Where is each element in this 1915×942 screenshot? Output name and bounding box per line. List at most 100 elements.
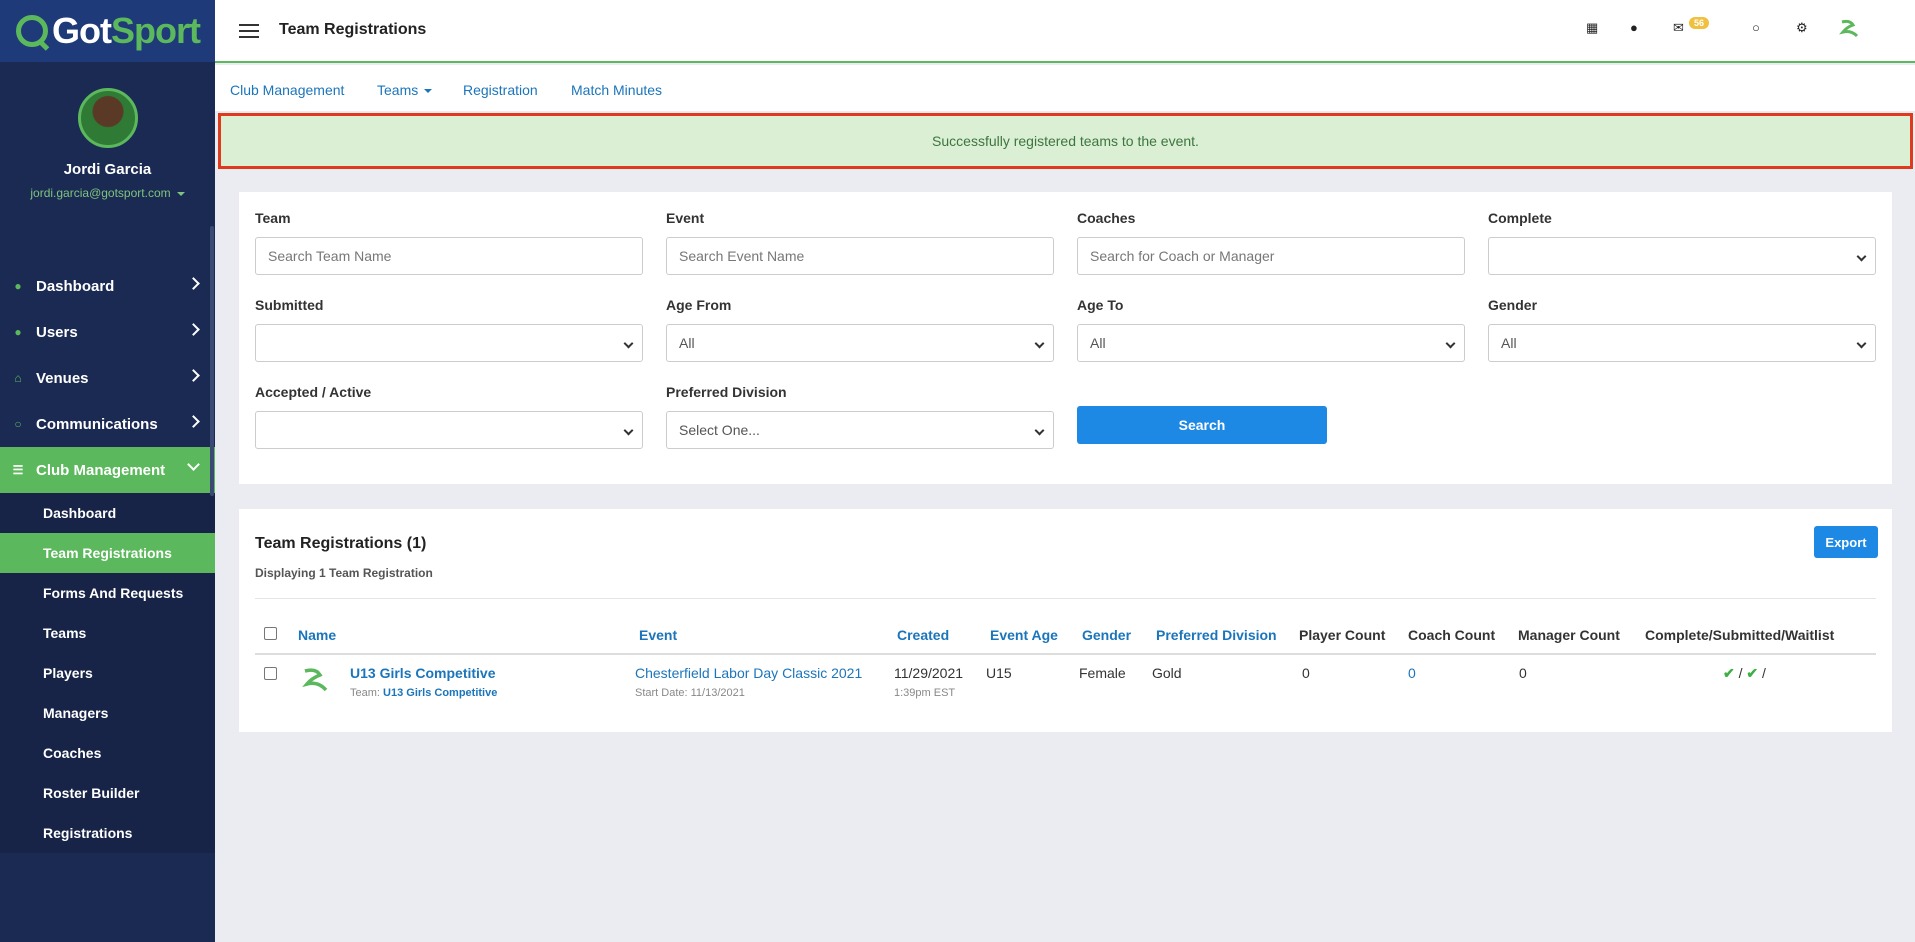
chat-icon[interactable]: ○	[1752, 20, 1760, 35]
export-button[interactable]: Export	[1814, 526, 1878, 558]
sidebar-scrollbar[interactable]	[210, 226, 214, 496]
hamburger-menu-icon[interactable]	[239, 24, 259, 38]
user-icon[interactable]: ●	[1630, 20, 1638, 35]
subnav-club-management[interactable]: Club Management	[230, 82, 344, 98]
club-management-submenu: Dashboard Team Registrations Forms And R…	[0, 493, 215, 853]
subnav-match-minutes[interactable]: Match Minutes	[571, 82, 662, 98]
submenu-item-players[interactable]: Players	[0, 653, 215, 693]
chevron-right-icon	[187, 323, 200, 336]
chevron-down-icon	[1856, 338, 1867, 349]
sidebar-item-users[interactable]: ● Users	[0, 309, 215, 355]
sidebar-item-venues[interactable]: ⌂ Venues	[0, 355, 215, 401]
column-header-event-age[interactable]: Event Age	[990, 627, 1058, 643]
select-value: All	[679, 335, 695, 351]
gotsport-logo[interactable]: GotSport	[0, 0, 215, 62]
column-header-manager-count: Manager Count	[1518, 627, 1620, 643]
gender-select[interactable]: All	[1488, 324, 1876, 362]
column-header-name[interactable]: Name	[298, 627, 336, 643]
player-count: 0	[1302, 665, 1310, 681]
submenu-item-team-registrations[interactable]: Team Registrations	[0, 533, 215, 573]
complete-select[interactable]	[1488, 237, 1876, 275]
event-link[interactable]: Chesterfield Labor Day Classic 2021	[635, 665, 862, 681]
users-icon: ●	[14, 325, 22, 339]
user-name: Jordi Garcia	[63, 161, 152, 178]
coach-search-input[interactable]: Search for Coach or Manager	[1077, 237, 1465, 275]
submenu-item-roster-builder[interactable]: Roster Builder	[0, 773, 215, 813]
chevron-down-icon	[1034, 425, 1045, 436]
column-header-event[interactable]: Event	[639, 627, 677, 643]
created-date: 11/29/2021	[894, 665, 964, 681]
logo-text-accent: Sport	[110, 10, 201, 51]
column-header-gender[interactable]: Gender	[1082, 627, 1131, 643]
status-indicators: ✔ / ✔ /	[1723, 665, 1766, 682]
accepted-active-select[interactable]	[255, 411, 643, 449]
coach-count-link[interactable]: 0	[1408, 665, 1416, 681]
submenu-item-coaches[interactable]: Coaches	[0, 733, 215, 773]
submenu-item-dashboard[interactable]: Dashboard	[0, 493, 215, 533]
team-logo-icon	[302, 668, 328, 692]
complete-filter-label: Complete	[1488, 210, 1552, 226]
subnav-teams-dropdown[interactable]: Teams	[377, 82, 433, 98]
column-header-status: Complete/Submitted/Waitlist	[1645, 627, 1835, 643]
qr-code-icon[interactable]: ▦	[1586, 20, 1598, 36]
team-filter: Team Search Team Name	[255, 210, 643, 275]
club-logo-icon[interactable]	[1839, 18, 1861, 42]
subnav-registration[interactable]: Registration	[463, 82, 538, 98]
preferred-division-select[interactable]: Select One...	[666, 411, 1054, 449]
user-email-dropdown[interactable]: jordi.garcia@gotsport.com	[0, 186, 215, 200]
sidebar-item-club-management[interactable]: ☰ Club Management	[0, 447, 215, 493]
age-from-filter: Age From All	[666, 297, 1054, 362]
submenu-item-registrations[interactable]: Registrations	[0, 813, 215, 853]
age-to-filter-label: Age To	[1077, 297, 1124, 313]
logo-text-main: Got	[52, 10, 112, 51]
chevron-right-icon	[187, 415, 200, 428]
select-value: Select One...	[679, 422, 760, 438]
page-title: Team Registrations	[279, 21, 427, 38]
event-filter-label: Event	[666, 210, 705, 226]
results-subtitle: Displaying 1 Team Registration	[255, 566, 433, 580]
age-to-select[interactable]: All	[1077, 324, 1465, 362]
gender-filter-label: Gender	[1488, 297, 1538, 313]
accepted-active-filter-label: Accepted / Active	[255, 384, 372, 400]
preferred-division-filter: Preferred Division Select One...	[666, 384, 1054, 449]
complete-filter: Complete	[1488, 210, 1876, 275]
mail-count-badge: 56	[1689, 17, 1710, 29]
submitted-check-icon: ✔	[1746, 665, 1759, 681]
column-header-preferred-division[interactable]: Preferred Division	[1156, 627, 1277, 643]
gear-icon[interactable]: ⚙	[1796, 20, 1808, 36]
event-age: U15	[986, 665, 1012, 681]
event-search-input[interactable]: Search Event Name	[666, 237, 1054, 275]
age-from-select[interactable]: All	[666, 324, 1054, 362]
coaches-filter: Coaches Search for Coach or Manager	[1077, 210, 1465, 275]
submenu-item-forms-and-requests[interactable]: Forms And Requests	[0, 573, 215, 613]
sub-navigation: Club Management Teams Registration Match…	[215, 65, 1915, 111]
submitted-select[interactable]	[255, 324, 643, 362]
submitted-filter: Submitted	[255, 297, 643, 362]
manager-count: 0	[1519, 665, 1527, 681]
complete-check-icon: ✔	[1723, 665, 1735, 681]
avatar	[77, 88, 138, 148]
column-header-created[interactable]: Created	[897, 627, 949, 643]
sidebar-item-dashboard[interactable]: ● Dashboard	[0, 263, 215, 309]
select-value: All	[1090, 335, 1106, 351]
gender-filter: Gender All	[1488, 297, 1876, 362]
envelope-icon[interactable]: ✉	[1673, 20, 1684, 36]
chevron-down-icon	[1856, 251, 1867, 262]
row-checkbox[interactable]	[264, 667, 277, 680]
sidebar-item-label: Club Management	[36, 461, 166, 479]
team-search-input[interactable]: Search Team Name	[255, 237, 643, 275]
team-filter-label: Team	[255, 210, 291, 226]
table-header-rule	[255, 653, 1876, 655]
team-name-link[interactable]: U13 Girls Competitive	[350, 665, 496, 681]
list-icon: ☰	[12, 463, 24, 477]
sidebar-item-communications[interactable]: ○ Communications	[0, 401, 215, 447]
sidebar-item-label: Users	[36, 323, 78, 341]
team-link[interactable]: U13 Girls Competitive	[383, 687, 497, 699]
select-all-checkbox[interactable]	[264, 627, 277, 640]
submenu-item-teams[interactable]: Teams	[0, 613, 215, 653]
submenu-item-managers[interactable]: Managers	[0, 693, 215, 733]
column-header-player-count: Player Count	[1299, 627, 1386, 643]
results-panel: Team Registrations (1) Displaying 1 Team…	[239, 509, 1892, 732]
chevron-right-icon	[187, 277, 200, 290]
search-button[interactable]: Search	[1077, 406, 1327, 444]
